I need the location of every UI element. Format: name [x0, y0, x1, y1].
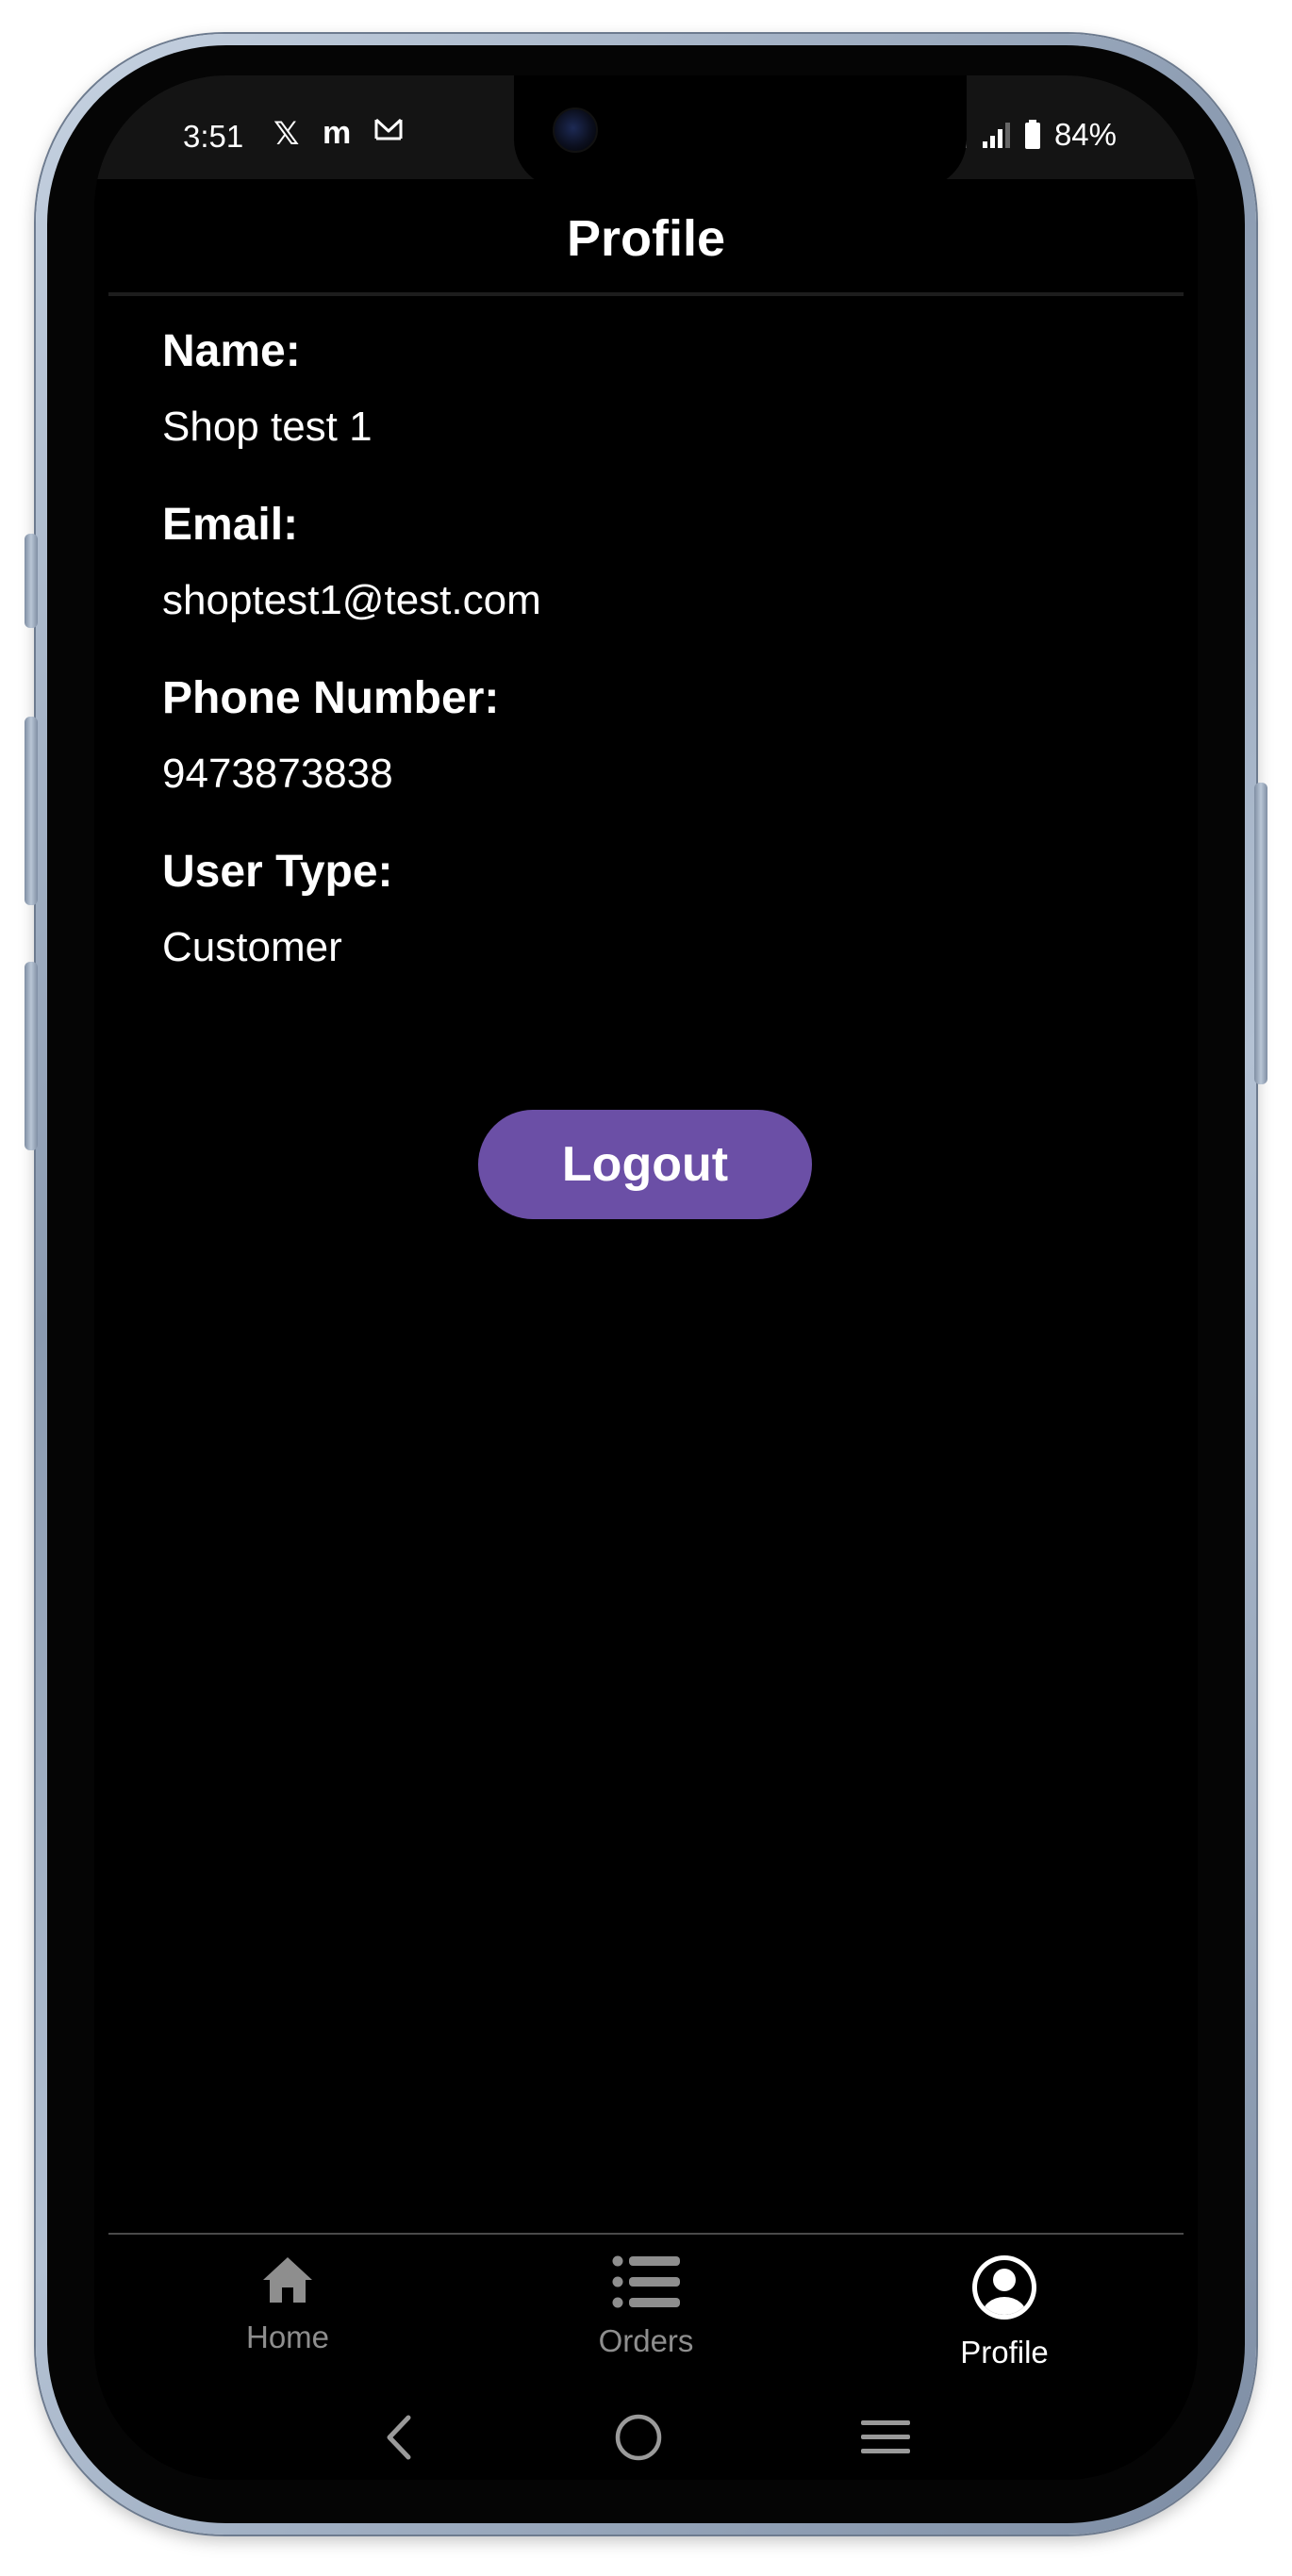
app-header: Profile: [108, 179, 1184, 296]
signal-icon: [981, 121, 1011, 149]
tab-label-orders: Orders: [598, 2323, 694, 2358]
x-icon: 𝕏: [273, 116, 300, 152]
user-circle-icon: [970, 2254, 1038, 2321]
home-circle-icon[interactable]: [613, 2412, 664, 2463]
volume-up-button: [25, 717, 38, 905]
page-title: Profile: [566, 210, 726, 267]
system-navigation-bar: [94, 2395, 1198, 2480]
back-icon[interactable]: [380, 2414, 418, 2461]
battery-percentage: 84%: [1053, 117, 1117, 152]
profile-details: Name: Shop test 1 Email: shoptest1@test.…: [162, 322, 1105, 1016]
name-field: Name: Shop test 1: [162, 322, 1105, 456]
tab-label-home: Home: [245, 2320, 330, 2354]
recents-icon[interactable]: [859, 2417, 912, 2458]
action-button: [25, 534, 38, 628]
phone-label: Phone Number:: [162, 673, 500, 723]
phone-field: Phone Number: 9473873838: [162, 669, 1105, 803]
user-type-value: Customer: [162, 924, 342, 970]
tab-profile[interactable]: Profile: [825, 2235, 1184, 2386]
volume-down-button: [25, 962, 38, 1150]
email-field: Email: shoptest1@test.com: [162, 496, 1105, 630]
logout-button[interactable]: Logout: [478, 1110, 812, 1219]
user-type-field: User Type: Customer: [162, 843, 1105, 977]
user-type-label: User Type:: [162, 847, 393, 897]
battery-icon: [1024, 120, 1041, 150]
email-value: shoptest1@test.com: [162, 577, 541, 623]
email-label: Email:: [162, 500, 299, 550]
tab-orders[interactable]: Orders: [467, 2235, 825, 2386]
name-value: Shop test 1: [162, 404, 373, 450]
list-icon: [612, 2254, 680, 2310]
tab-home[interactable]: Home: [108, 2235, 467, 2386]
tab-label-profile: Profile: [960, 2335, 1049, 2370]
power-button: [1254, 783, 1267, 1084]
camera-icon: [553, 107, 598, 153]
status-time: 3:51: [183, 119, 244, 154]
mail-icon: [373, 115, 404, 150]
name-label: Name:: [162, 326, 301, 376]
screen: 3:51 𝕏 m 84% Profile Name: Shop test 1 E…: [94, 75, 1198, 2480]
m-icon: m: [323, 115, 352, 151]
home-icon: [259, 2254, 316, 2306]
phone-value: 9473873838: [162, 751, 393, 797]
bottom-tab-bar: Home Orders Profile: [108, 2233, 1184, 2386]
